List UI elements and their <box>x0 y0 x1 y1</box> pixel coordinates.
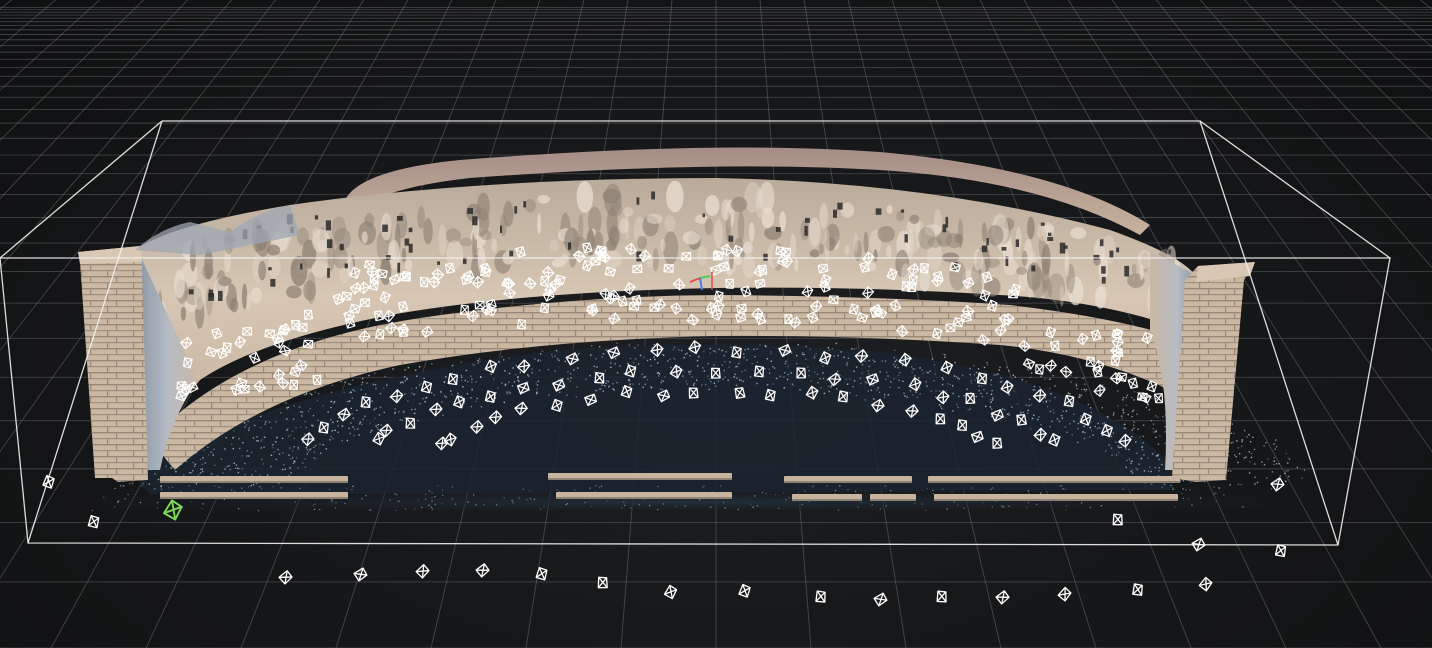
camera-frustum-icon[interactable] <box>1190 536 1207 553</box>
camera-frustum-icon[interactable] <box>86 514 101 530</box>
camera-frustum-icon[interactable] <box>1125 376 1140 391</box>
camera-frustum-icon[interactable] <box>1093 384 1106 397</box>
camera-frustum-icon[interactable] <box>1032 362 1046 377</box>
camera-frustum-icon[interactable] <box>737 583 751 598</box>
3d-viewport[interactable] <box>0 0 1432 648</box>
camera-frustum-icon[interactable] <box>1059 365 1073 379</box>
camera-frustum-icon[interactable] <box>872 591 889 608</box>
camera-frustum-icon[interactable] <box>1109 511 1126 528</box>
camera-frustum-icon[interactable] <box>41 474 55 489</box>
camera-frustum-icon[interactable] <box>1269 476 1285 493</box>
camera-frustum-icon[interactable] <box>1198 576 1213 592</box>
camera-frustum-icon[interactable] <box>1022 358 1036 370</box>
camera-frustum-icon[interactable] <box>663 584 678 600</box>
camera-frustum-icon[interactable] <box>1139 392 1152 404</box>
camera-frustum-icon[interactable] <box>1109 372 1123 385</box>
camera-frustum-icon[interactable] <box>415 563 430 579</box>
camera-frustum-icon[interactable] <box>278 569 294 585</box>
camera-frustum-icon[interactable] <box>475 562 491 579</box>
camera-frustum-icon[interactable] <box>933 588 950 605</box>
camera-frustum-icon[interactable] <box>1057 586 1072 602</box>
camera-frustum-icon[interactable] <box>352 566 369 583</box>
camera-frustum-icon[interactable] <box>594 574 611 591</box>
scene-canvas[interactable] <box>0 0 1432 648</box>
camera-frustum-icon[interactable] <box>812 588 829 605</box>
camera-frustum-icon[interactable] <box>1044 358 1058 372</box>
camera-frustum-icon[interactable] <box>1129 581 1145 598</box>
camera-frustum-icon[interactable] <box>995 589 1011 606</box>
camera-frustum-icon[interactable] <box>534 566 549 582</box>
